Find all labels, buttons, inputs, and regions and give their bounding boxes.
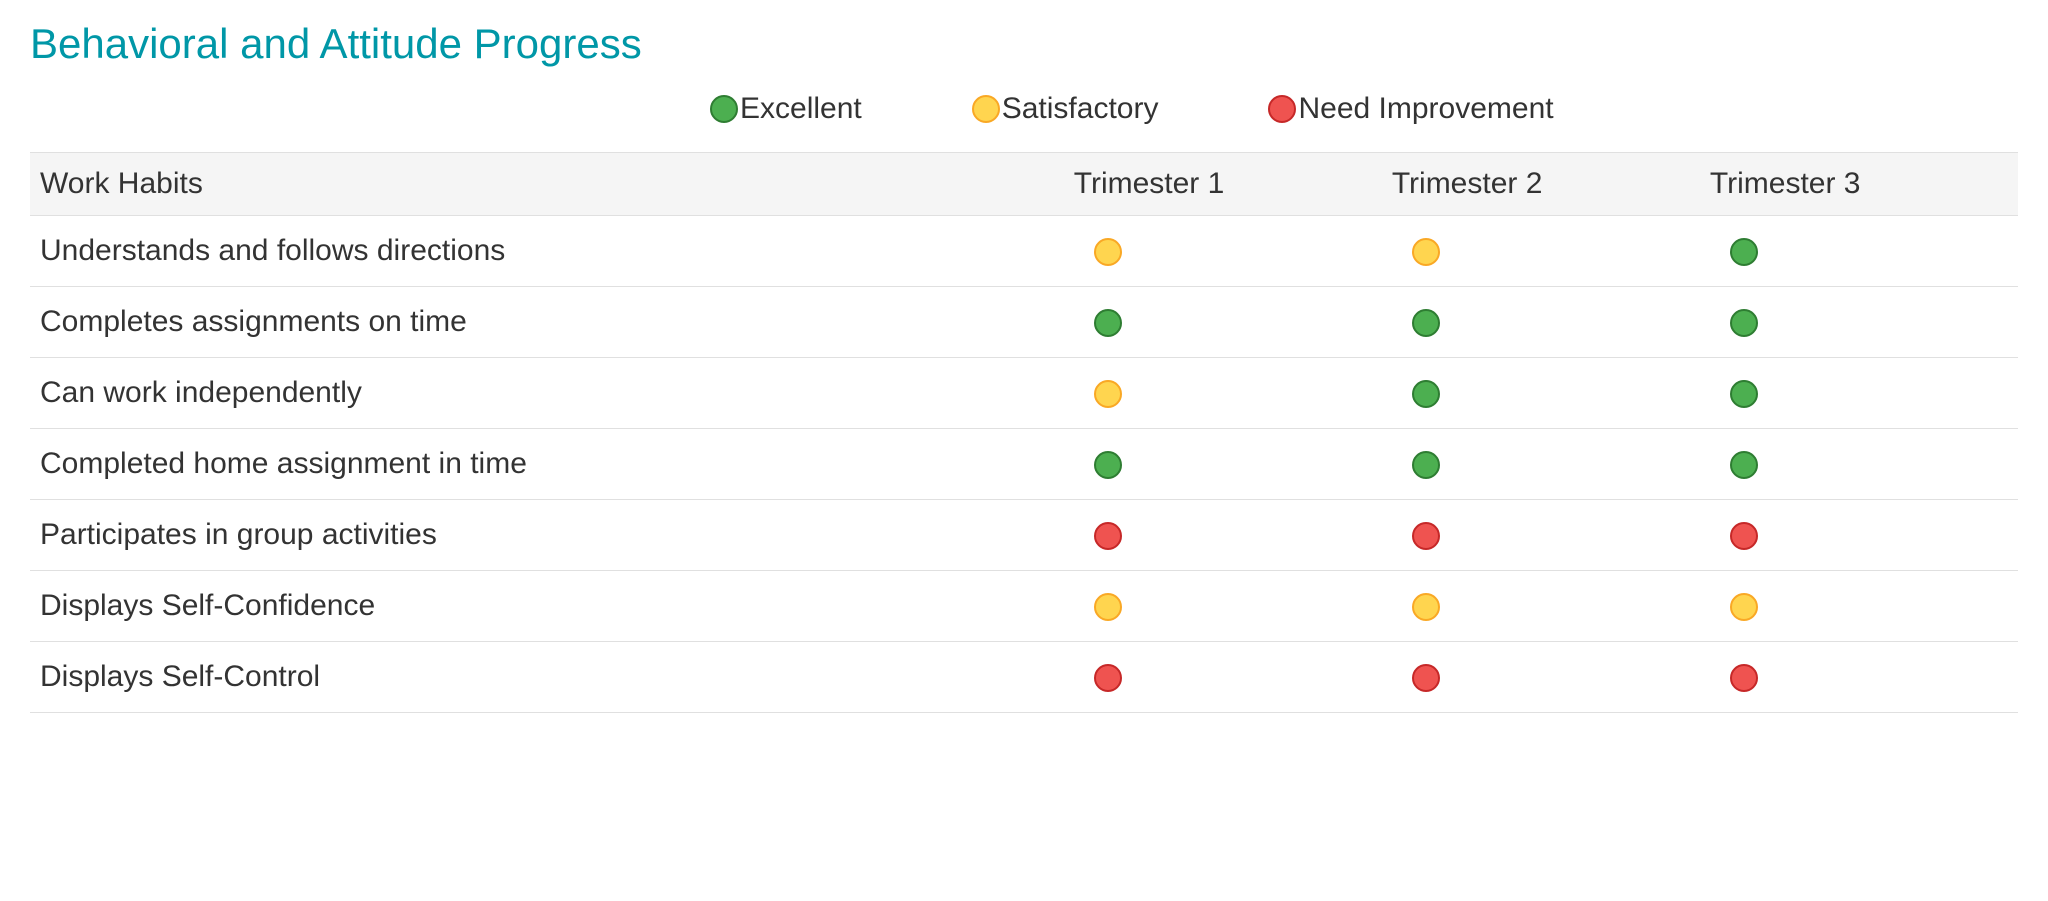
- status-cell-t1: [1064, 216, 1382, 287]
- table-header-row: Work Habits Trimester 1 Trimester 2 Trim…: [30, 153, 2018, 216]
- status-cell-t3: [1700, 642, 2018, 713]
- dot-excellent-icon: [1730, 309, 1758, 337]
- dot-need-icon: [1730, 664, 1758, 692]
- status-cell-t1: [1064, 429, 1382, 500]
- status-cell-t2: [1382, 500, 1700, 571]
- habit-label: Participates in group activities: [30, 500, 1064, 571]
- status-cell-t3: [1700, 429, 2018, 500]
- table-row: Understands and follows directions: [30, 216, 2018, 287]
- habit-label: Understands and follows directions: [30, 216, 1064, 287]
- table-row: Completes assignments on time: [30, 287, 2018, 358]
- dot-satisfactory-icon: [1094, 593, 1122, 621]
- dot-need-icon: [1094, 522, 1122, 550]
- legend-label-excellent: Excellent: [740, 92, 862, 126]
- dot-excellent-icon: [1412, 380, 1440, 408]
- dot-excellent-icon: [1412, 451, 1440, 479]
- dot-satisfactory-icon: [1730, 593, 1758, 621]
- dot-need-icon: [1094, 664, 1122, 692]
- status-cell-t2: [1382, 287, 1700, 358]
- status-cell-t2: [1382, 358, 1700, 429]
- dot-excellent-icon: [1730, 380, 1758, 408]
- progress-table: Work Habits Trimester 1 Trimester 2 Trim…: [30, 152, 2018, 713]
- legend-label-satisfactory: Satisfactory: [1002, 92, 1159, 126]
- table-row: Participates in group activities: [30, 500, 2018, 571]
- legend: Excellent Satisfactory Need Improvement: [30, 92, 2018, 126]
- col-header-t2: Trimester 2: [1382, 153, 1700, 216]
- status-cell-t2: [1382, 571, 1700, 642]
- dot-satisfactory-icon: [1094, 380, 1122, 408]
- table-row: Displays Self-Confidence: [30, 571, 2018, 642]
- table-row: Displays Self-Control: [30, 642, 2018, 713]
- dot-need-icon: [1730, 522, 1758, 550]
- status-cell-t3: [1700, 571, 2018, 642]
- dot-need-icon: [1268, 95, 1296, 123]
- status-cell-t1: [1064, 358, 1382, 429]
- legend-label-need: Need Improvement: [1298, 92, 1553, 126]
- legend-item-satisfactory: Satisfactory: [972, 92, 1159, 126]
- status-cell-t3: [1700, 500, 2018, 571]
- col-header-t1: Trimester 1: [1064, 153, 1382, 216]
- status-cell-t1: [1064, 571, 1382, 642]
- progress-report: Behavioral and Attitude Progress Excelle…: [0, 0, 2048, 713]
- dot-excellent-icon: [1730, 451, 1758, 479]
- table-row: Can work independently: [30, 358, 2018, 429]
- legend-item-need: Need Improvement: [1268, 92, 1553, 126]
- status-cell-t1: [1064, 500, 1382, 571]
- dot-excellent-icon: [1730, 238, 1758, 266]
- status-cell-t2: [1382, 642, 1700, 713]
- status-cell-t3: [1700, 287, 2018, 358]
- page-title: Behavioral and Attitude Progress: [30, 20, 2018, 68]
- legend-item-excellent: Excellent: [710, 92, 862, 126]
- habit-label: Displays Self-Control: [30, 642, 1064, 713]
- habit-label: Completed home assignment in time: [30, 429, 1064, 500]
- dot-need-icon: [1412, 664, 1440, 692]
- dot-satisfactory-icon: [1412, 593, 1440, 621]
- col-header-habit: Work Habits: [30, 153, 1064, 216]
- dot-excellent-icon: [1412, 309, 1440, 337]
- dot-excellent-icon: [710, 95, 738, 123]
- status-cell-t3: [1700, 358, 2018, 429]
- status-cell-t3: [1700, 216, 2018, 287]
- dot-need-icon: [1412, 522, 1440, 550]
- status-cell-t1: [1064, 287, 1382, 358]
- habit-label: Displays Self-Confidence: [30, 571, 1064, 642]
- status-cell-t2: [1382, 216, 1700, 287]
- habit-label: Completes assignments on time: [30, 287, 1064, 358]
- dot-satisfactory-icon: [1094, 238, 1122, 266]
- status-cell-t1: [1064, 642, 1382, 713]
- dot-satisfactory-icon: [972, 95, 1000, 123]
- col-header-t3: Trimester 3: [1700, 153, 2018, 216]
- status-cell-t2: [1382, 429, 1700, 500]
- dot-excellent-icon: [1094, 451, 1122, 479]
- dot-satisfactory-icon: [1412, 238, 1440, 266]
- habit-label: Can work independently: [30, 358, 1064, 429]
- table-row: Completed home assignment in time: [30, 429, 2018, 500]
- dot-excellent-icon: [1094, 309, 1122, 337]
